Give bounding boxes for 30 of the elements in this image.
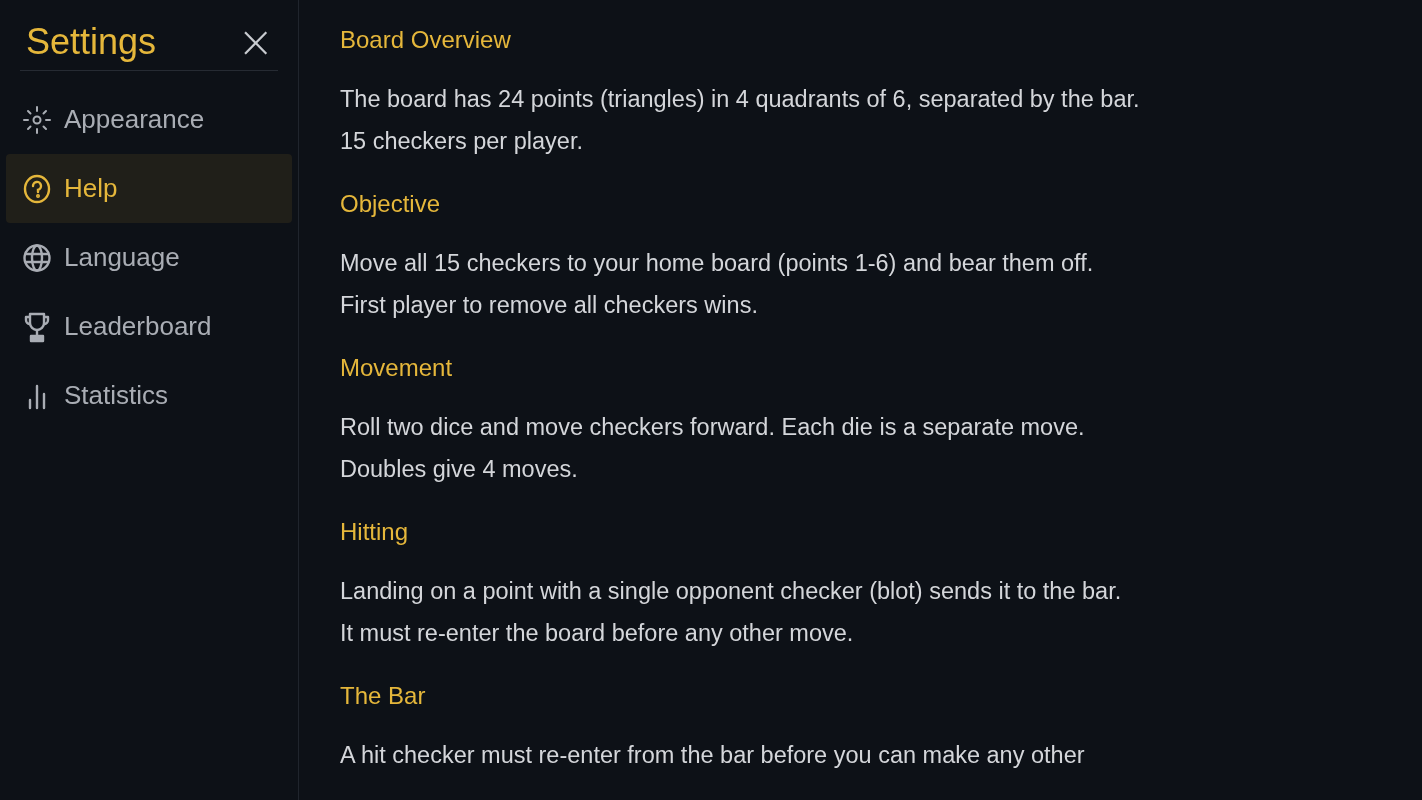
sidebar-item-label: Leaderboard — [64, 311, 212, 342]
section-heading: Objective — [340, 189, 442, 219]
close-button[interactable]: × — [233, 20, 278, 64]
section-heading: Board Overview — [340, 25, 512, 55]
sidebar-title: Settings — [26, 21, 157, 63]
trophy-icon — [22, 310, 52, 343]
help-text: First player to remove all checkers wins. — [340, 291, 759, 320]
sun-icon — [22, 104, 52, 135]
section-heading: The Bar — [340, 681, 427, 711]
help-icon — [22, 173, 52, 204]
help-text: A hit checker must re-enter from the bar before you can make any other — [340, 741, 1086, 770]
section-heading: Movement — [340, 353, 454, 383]
help-text: Landing on a point with a single opponent checker (blot) sends it to the bar. — [340, 577, 1123, 606]
help-text: The board has 24 points (triangles) in 4 quadrants of 6, separated by the bar. — [340, 85, 1141, 114]
sidebar-item-label: Help — [64, 173, 118, 204]
help-text: Roll two dice and move checkers forward. Each die is a separate move. — [340, 413, 1086, 442]
sidebar-item-label: Appearance — [64, 104, 205, 135]
sidebar-item[interactable]: Appearance — [6, 85, 292, 154]
sidebar-item-label: Statistics — [64, 380, 169, 411]
help-text: It must re-enter the board before any other move. — [340, 619, 855, 648]
help-text: Move all 15 checkers to your home board (points 1-6) and bear them off. — [340, 249, 1095, 278]
sidebar-item-label: Language — [64, 242, 180, 273]
sidebar-item[interactable]: Help — [6, 154, 292, 223]
section-heading: Hitting — [340, 517, 410, 547]
globe-icon — [22, 242, 52, 273]
sidebar-item[interactable]: Leaderboard — [6, 292, 292, 361]
help-text: Doubles give 4 moves. — [340, 455, 579, 484]
help-text: 15 checkers per player. — [340, 127, 584, 156]
sidebar-item[interactable]: Language — [6, 223, 292, 292]
sidebar-item[interactable]: Statistics — [6, 361, 292, 430]
